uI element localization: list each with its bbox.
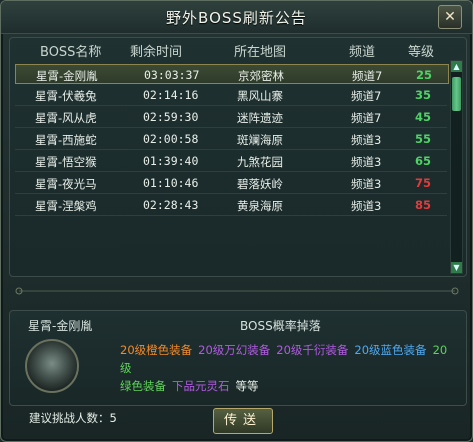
cell-boss-name: 星霄-涅槃鸡 [35, 199, 97, 213]
cell-level: 45 [415, 110, 432, 124]
cell-map: 迷阵遗迹 [237, 111, 283, 125]
header-channel: 频道 [349, 45, 376, 60]
cell-channel: 频道7 [351, 111, 382, 125]
teleport-button[interactable]: 传送 [213, 408, 273, 434]
drop-item: 20级万幻装备 [198, 343, 271, 357]
table-row[interactable]: 星霄-风从虎 02:59:30 迷阵遗迹 频道7 45 [15, 107, 447, 128]
table-row[interactable]: 星霄-西施蛇 02:00:58 斑斓海原 频道3 55 [15, 129, 447, 150]
cell-level: 35 [415, 88, 432, 102]
cell-time: 02:14:16 [143, 88, 199, 102]
selected-boss-name: 星霄-金刚胤 [28, 319, 93, 333]
scroll-thumb[interactable] [452, 77, 461, 111]
cell-level: 65 [415, 154, 432, 168]
drop-item: 20级千衍装备 [276, 343, 349, 357]
drop-detail-panel: 星霄-金刚胤 BOSS概率掉落 20级橙色装备 20级万幻装备 20级千衍装备 20级… [9, 310, 467, 406]
cell-channel: 频道7 [352, 69, 383, 83]
drop-item: 20级橙色装备 [120, 343, 193, 357]
drop-title: BOSS概率掉落 [240, 319, 321, 333]
boss-avatar-icon [25, 339, 79, 393]
table-row[interactable]: 星霄-金刚胤 03:03:37 京郊密林 频道7 25 [15, 64, 449, 84]
cell-channel: 频道3 [351, 199, 382, 213]
ornament-divider [15, 287, 459, 295]
drop-item: 20级蓝色装备 [354, 343, 427, 357]
scroll-up-icon[interactable]: ▲ [451, 61, 462, 72]
cell-boss-name: 星霄-西施蛇 [35, 133, 97, 147]
cell-level: 25 [416, 68, 433, 82]
cell-level: 75 [415, 176, 432, 190]
header-level: 等级 [408, 45, 435, 60]
cell-boss-name: 星霄-风从虎 [35, 111, 97, 125]
table-row[interactable]: 星霄-涅槃鸡 02:28:43 黄泉海原 频道3 85 [15, 195, 447, 216]
cell-boss-name: 星霄-悟空猴 [35, 155, 97, 169]
scroll-down-icon[interactable]: ▼ [451, 262, 462, 273]
header-map: 所在地图 [234, 45, 287, 60]
cell-channel: 频道7 [351, 89, 382, 103]
cell-level: 55 [415, 132, 432, 146]
cell-time: 02:00:58 [143, 132, 199, 146]
cell-map: 碧落妖岭 [237, 177, 283, 191]
cell-level: 85 [415, 198, 432, 212]
drop-list: 20级橙色装备 20级万幻装备 20级千衍装备 20级蓝色装备 20级 绿色装备 下品元灵… [120, 341, 460, 395]
cell-channel: 频道3 [351, 133, 382, 147]
boss-refresh-window: 野外BOSS刷新公告 ✕ BOSS名称 剩余时间 所在地图 频道 等级 星霄-金… [0, 0, 473, 442]
list-scrollbar[interactable]: ▲ ▼ [450, 60, 463, 274]
cell-map: 九煞花园 [237, 155, 283, 169]
window-title: 野外BOSS刷新公告 [166, 9, 307, 27]
table-row[interactable]: 星霄-夜光马 01:10:46 碧落妖岭 频道3 75 [15, 173, 447, 194]
title-bar: 野外BOSS刷新公告 ✕ [1, 1, 472, 34]
suggested-players-label: 建议挑战人数：5 [29, 411, 117, 425]
header-boss-name: BOSS名称 [40, 45, 102, 60]
cell-channel: 频道3 [351, 155, 382, 169]
close-button[interactable]: ✕ [438, 5, 462, 29]
cell-channel: 频道3 [351, 177, 382, 191]
drop-item: 下品元灵石 [172, 379, 230, 393]
cell-time: 01:39:40 [143, 154, 199, 168]
table-row[interactable]: 星霄-伏羲兔 02:14:16 黑风山寨 频道7 35 [15, 85, 447, 106]
cell-time: 03:03:37 [144, 68, 200, 82]
table-row[interactable]: 星霄-悟空猴 01:39:40 九煞花园 频道3 65 [15, 151, 447, 172]
cell-boss-name: 星霄-金刚胤 [36, 69, 98, 83]
cell-boss-name: 星霄-夜光马 [35, 177, 97, 191]
drop-item: 等等 [235, 379, 259, 393]
cell-map: 斑斓海原 [237, 133, 283, 147]
cell-time: 02:28:43 [143, 198, 199, 212]
drop-item: 绿色装备 [120, 379, 166, 393]
table-header: BOSS名称 剩余时间 所在地图 频道 等级 [10, 38, 466, 60]
cell-map: 黄泉海原 [237, 199, 283, 213]
cell-boss-name: 星霄-伏羲兔 [35, 89, 97, 103]
cell-map: 京郊密林 [238, 69, 284, 83]
boss-list-panel: BOSS名称 剩余时间 所在地图 频道 等级 星霄-金刚胤 03:03:37 京… [9, 37, 467, 277]
cell-time: 02:59:30 [143, 110, 199, 124]
cell-map: 黑风山寨 [237, 89, 283, 103]
header-remaining-time: 剩余时间 [130, 45, 183, 60]
cell-time: 01:10:46 [143, 176, 199, 190]
